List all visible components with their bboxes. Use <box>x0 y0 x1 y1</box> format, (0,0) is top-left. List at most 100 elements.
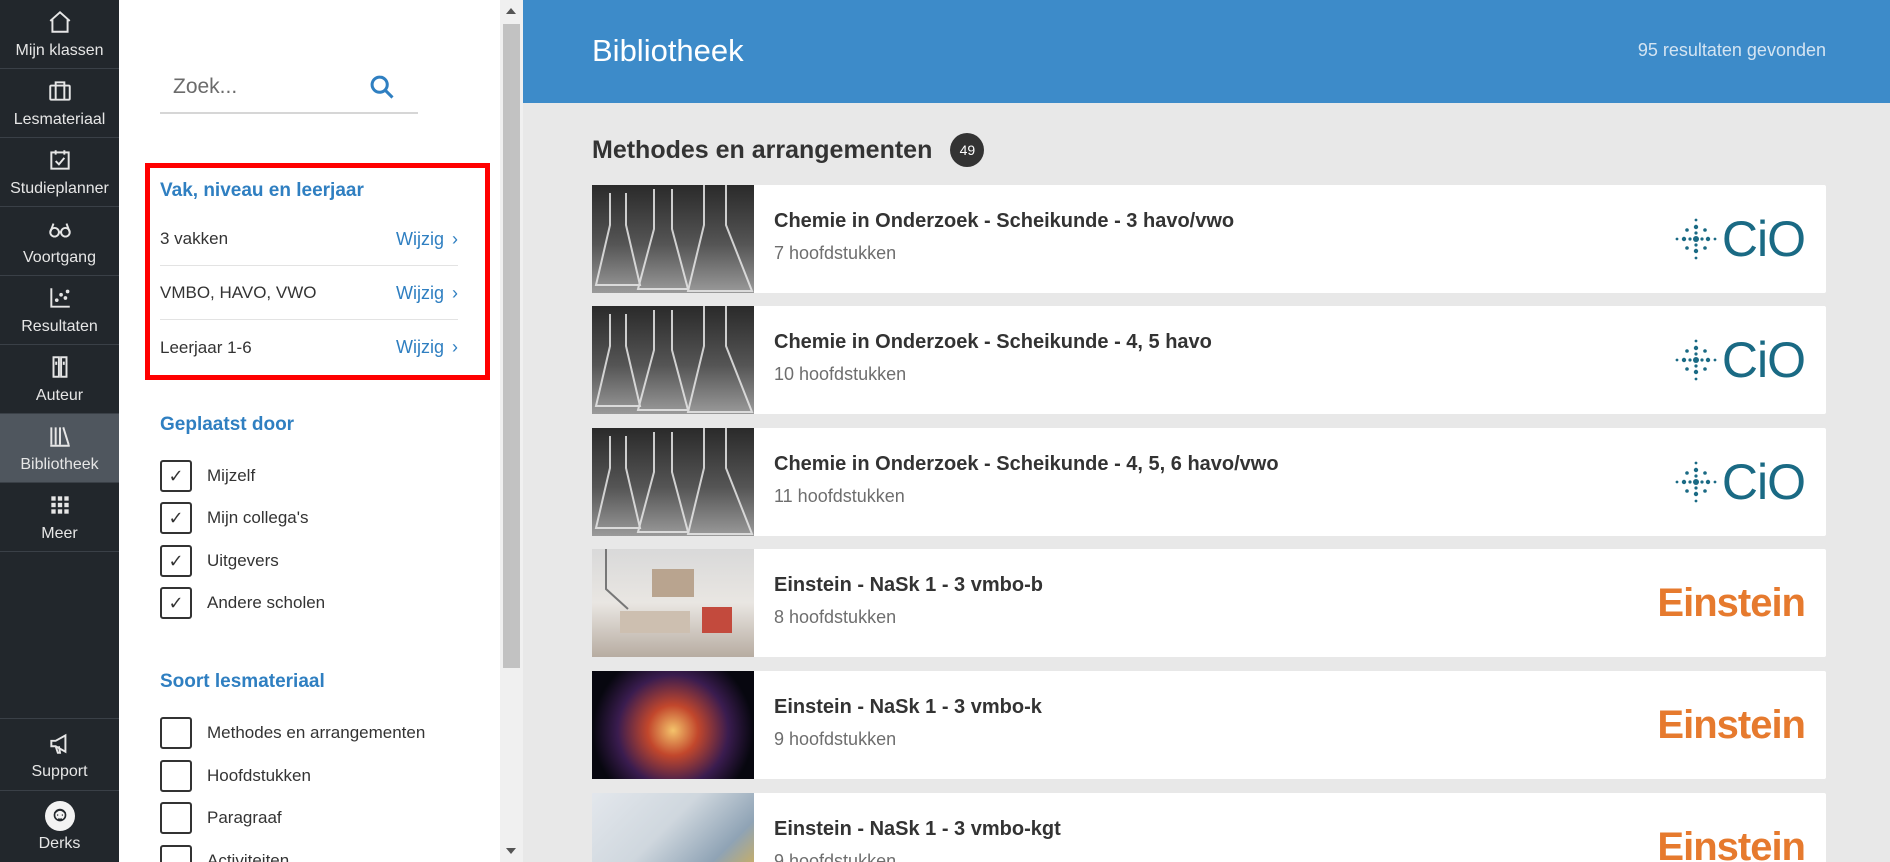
checkbox-box <box>160 760 192 792</box>
checkbox-hoofdstukken[interactable]: Hoofdstukken <box>160 760 311 792</box>
scroll-down-icon[interactable] <box>506 848 516 854</box>
checkbox-paragraaf[interactable]: Paragraaf <box>160 802 282 834</box>
scrollbar-thumb[interactable] <box>503 24 520 668</box>
card-subtitle: 7 hoofdstukken <box>774 243 897 263</box>
vak-row-vakken: 3 vakken Wijzig › <box>160 213 458 266</box>
geplaatst-door-title: Geplaatst door <box>160 414 295 435</box>
checkbox-mijzelf[interactable]: ✓ Mijzelf <box>160 460 255 492</box>
checkbox-label: Mijn collega's <box>207 508 309 527</box>
search-box <box>160 62 418 114</box>
nav-item-lesmateriaal[interactable]: Lesmateriaal <box>0 69 119 138</box>
checkbox-label: Uitgevers <box>207 551 279 570</box>
nav-label: Mijn klassen <box>15 42 104 59</box>
calendar-check-icon <box>46 146 74 174</box>
method-card[interactable]: Einstein - NaSk 1 - 3 vmbo-k 9 hoofdstuk… <box>592 671 1826 779</box>
cio-logo: CiO <box>1674 454 1806 510</box>
method-card[interactable]: Chemie in Onderzoek - Scheikunde - 3 hav… <box>592 185 1826 293</box>
nav-item-voortgang[interactable]: Voortgang <box>0 207 119 276</box>
checkbox-methodes[interactable]: Methodes en arrangementen <box>160 717 425 749</box>
result-count: 95 resultaten gevonden <box>1637 40 1826 60</box>
grid-icon <box>46 491 74 519</box>
vak-row-leerjaar: Leerjaar 1-6 Wijzig › <box>160 321 458 374</box>
cio-logo: CiO <box>1674 332 1806 388</box>
wijzig-label: Wijzig <box>396 337 444 357</box>
count-badge: 49 <box>950 133 985 167</box>
nav-item-auteur[interactable]: Auteur <box>0 345 119 414</box>
vak-row-niveau: VMBO, HAVO, VWO Wijzig › <box>160 267 458 320</box>
nav-label: Meer <box>41 525 78 542</box>
card-thumbnail <box>592 793 754 862</box>
check-icon: ✓ <box>160 460 192 492</box>
briefcase-icon <box>46 77 74 105</box>
main-content: Bibliotheek 95 resultaten gevonden Metho… <box>523 0 1890 862</box>
check-icon: ✓ <box>160 502 192 534</box>
checkbox-activiteiten[interactable]: Activiteiten <box>160 845 289 862</box>
section-header: Methodes en arrangementen 49 <box>592 133 985 167</box>
method-card[interactable]: Chemie in Onderzoek - Scheikunde - 4, 5 … <box>592 306 1826 414</box>
logo-text: Einstein <box>1657 580 1806 625</box>
wijzig-link[interactable]: Wijzig › <box>396 229 458 250</box>
checkbox-mijn-collegas[interactable]: ✓ Mijn collega's <box>160 502 309 534</box>
check-icon: ✓ <box>160 545 192 577</box>
card-subtitle: 10 hoofdstukken <box>774 364 907 384</box>
wijzig-link[interactable]: Wijzig › <box>396 337 458 358</box>
chart-icon <box>46 284 74 312</box>
checkbox-uitgevers[interactable]: ✓ Uitgevers <box>160 545 279 577</box>
section-title: Methodes en arrangementen <box>592 135 933 164</box>
logo-text: Einstein <box>1657 702 1806 747</box>
card-subtitle: 9 hoofdstukken <box>774 851 897 862</box>
checkbox-box <box>160 845 192 862</box>
search-input[interactable] <box>160 75 360 99</box>
einstein-logo: Einstein <box>1657 821 1806 862</box>
method-card[interactable]: Einstein - NaSk 1 - 3 vmbo-kgt 9 hoofdst… <box>592 793 1826 862</box>
method-card[interactable]: Einstein - NaSk 1 - 3 vmbo-b 8 hoofdstuk… <box>592 549 1826 657</box>
card-title: Einstein - NaSk 1 - 3 vmbo-b <box>774 574 1043 596</box>
glasses-icon <box>46 215 74 243</box>
nav-label: Lesmateriaal <box>13 111 106 128</box>
nav-label: Resultaten <box>21 318 98 335</box>
filter-scrollbar[interactable] <box>500 0 523 862</box>
checkbox-label: Andere scholen <box>207 593 326 612</box>
einstein-logo: Einstein <box>1657 699 1806 751</box>
nav-item-meer[interactable]: Meer <box>0 483 119 552</box>
megaphone-icon <box>46 729 74 757</box>
cio-logo: CiO <box>1674 211 1806 267</box>
nav-label: Derks <box>38 834 81 852</box>
card-title: Einstein - NaSk 1 - 3 vmbo-kgt <box>774 818 1061 840</box>
vak-niveau-leerjaar-section: Vak, niveau en leerjaar 3 vakken Wijzig ›… <box>145 163 490 380</box>
method-card[interactable]: Chemie in Onderzoek - Scheikunde - 4, 5,… <box>592 428 1826 536</box>
home-icon <box>46 8 74 36</box>
author-icon <box>46 353 74 381</box>
nav-item-mijn-klassen[interactable]: Mijn klassen <box>0 0 119 69</box>
search-icon[interactable] <box>368 73 396 101</box>
nav-label: Studieplanner <box>10 180 109 197</box>
checkbox-box <box>160 802 192 834</box>
nav-item-user[interactable]: Derks <box>0 790 119 862</box>
chevron-right-icon: › <box>452 337 458 357</box>
nav-label: Support <box>31 762 88 780</box>
einstein-logo: Einstein <box>1657 577 1806 629</box>
wijzig-link[interactable]: Wijzig › <box>396 283 458 304</box>
card-thumbnail <box>592 306 754 414</box>
card-subtitle: 9 hoofdstukken <box>774 729 897 749</box>
checkbox-andere-scholen[interactable]: ✓ Andere scholen <box>160 587 325 619</box>
checkbox-label: Mijzelf <box>207 466 256 485</box>
nav-item-bibliotheek[interactable]: Bibliotheek <box>0 414 119 483</box>
page-title: Bibliotheek <box>592 33 744 68</box>
card-subtitle: 8 hoofdstukken <box>774 607 897 627</box>
vak-value: Leerjaar 1-6 <box>160 337 252 357</box>
wijzig-label: Wijzig <box>396 282 444 303</box>
scroll-up-icon[interactable] <box>506 8 516 14</box>
vak-value: 3 vakken <box>160 229 229 248</box>
nav-item-resultaten[interactable]: Resultaten <box>0 276 119 345</box>
nav-item-studieplanner[interactable]: Studieplanner <box>0 138 119 207</box>
chevron-right-icon: › <box>452 228 458 249</box>
checkbox-label: Hoofdstukken <box>207 766 311 785</box>
card-title: Chemie in Onderzoek - Scheikunde - 4, 5 … <box>774 331 1212 353</box>
logo-text: CiO <box>1721 332 1806 388</box>
card-thumbnail <box>592 671 754 779</box>
card-subtitle: 11 hoofdstukken <box>774 486 905 506</box>
library-icon <box>46 422 74 450</box>
checkbox-label: Methodes en arrangementen <box>207 723 426 742</box>
nav-item-support[interactable]: Support <box>0 718 119 790</box>
